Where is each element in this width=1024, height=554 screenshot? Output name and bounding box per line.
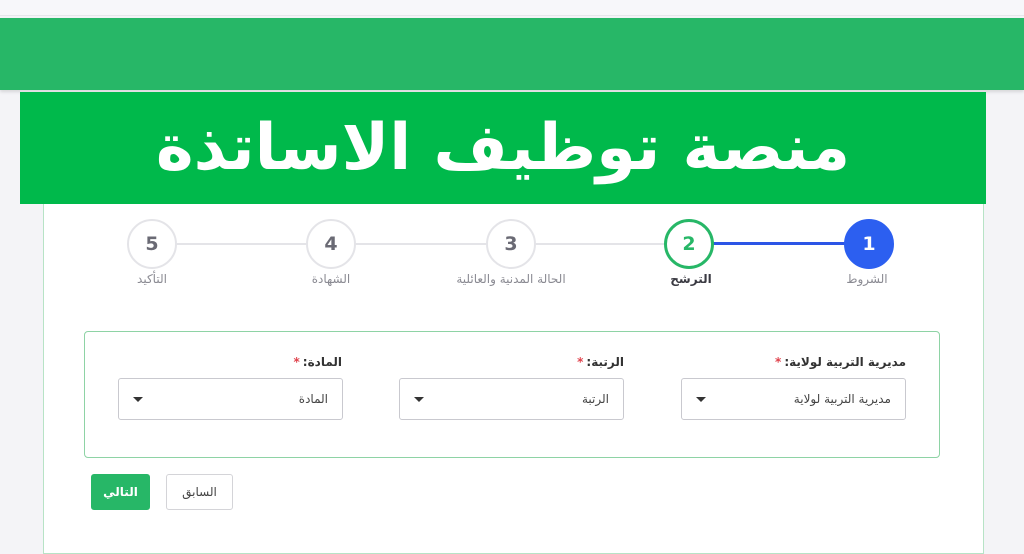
subject-select-value: المادة <box>298 392 328 406</box>
previous-button[interactable]: السابق <box>166 474 233 510</box>
next-button[interactable]: التالي <box>91 474 150 510</box>
rank-label-text: الرتبة: <box>586 355 624 369</box>
chevron-down-icon <box>414 396 424 402</box>
required-marker: * <box>577 355 584 369</box>
rank-select[interactable]: الرتبة <box>399 378 624 420</box>
required-marker: * <box>775 355 782 369</box>
directorate-select[interactable]: مديرية التربية لولاية <box>681 378 906 420</box>
banner-title: منصة توظيف الاساتذة <box>155 111 851 185</box>
chevron-down-icon <box>696 396 706 402</box>
chevron-down-icon <box>133 396 143 402</box>
rank-select-value: الرتبة <box>581 392 609 406</box>
step-2[interactable]: 2 <box>664 219 714 269</box>
subject-label-text: المادة: <box>302 355 342 369</box>
directorate-label: مديرية التربية لولاية:* <box>775 355 906 369</box>
title-banner: منصة توظيف الاساتذة <box>20 92 986 204</box>
site-header <box>0 18 1024 90</box>
directorate-label-text: مديرية التربية لولاية: <box>784 355 906 369</box>
top-strip <box>0 0 1024 16</box>
step-4[interactable]: 4 <box>306 219 356 269</box>
directorate-select-value: مديرية التربية لولاية <box>793 392 891 406</box>
subject-label: المادة:* <box>294 355 343 369</box>
step-3[interactable]: 3 <box>486 219 536 269</box>
step-1[interactable]: 1 <box>844 219 894 269</box>
required-marker: * <box>293 355 300 369</box>
rank-label: الرتبة:* <box>577 355 624 369</box>
step-5[interactable]: 5 <box>127 219 177 269</box>
subject-select[interactable]: المادة <box>118 378 343 420</box>
